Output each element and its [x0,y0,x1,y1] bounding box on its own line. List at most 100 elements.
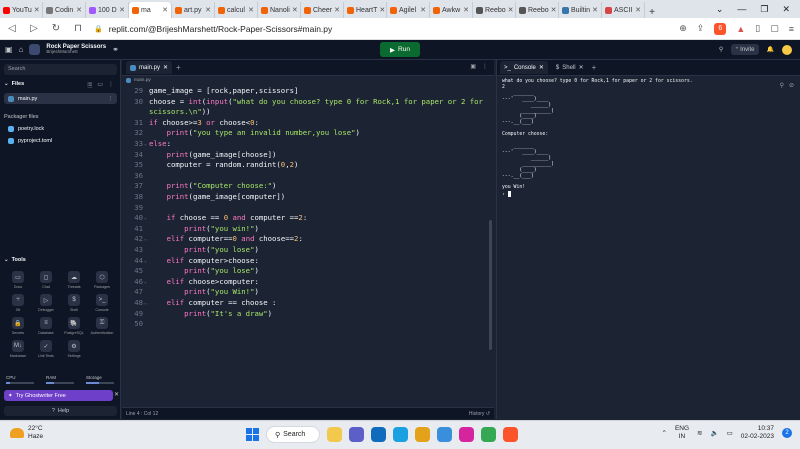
wallet-icon[interactable]: ▢ [770,23,779,34]
sidebar-toggle-icon[interactable]: ▯ [755,23,760,34]
weather-widget[interactable]: 22°C Haze [10,425,43,441]
clock[interactable]: 10:37 02-02-2023 [741,425,774,441]
brave-shield-icon[interactable]: 6 [714,22,727,35]
repl-settings-icon[interactable]: ⚭ [112,45,119,54]
close-tab-icon[interactable]: ✕ [162,6,168,14]
new-editor-tab-icon[interactable]: + [176,63,181,72]
code-line[interactable]: 36 [122,171,494,181]
new-file-icon[interactable]: 🗎 [88,81,93,91]
notification-badge[interactable]: 2 [782,428,792,439]
code-line[interactable]: 31 if choose>=3 or choose<0: [122,118,494,128]
browser-tab[interactable]: 100 D ✕ [86,2,129,18]
browser-tab[interactable]: Cheer ✕ [301,2,344,18]
clear-console-icon[interactable]: ⊘ [789,82,794,89]
editor-scrollbar[interactable] [489,220,492,350]
tool-unit-tests[interactable]: ✓ Unit Tests [32,340,60,358]
browser-tab[interactable]: calcul ✕ [215,2,258,18]
brave-rewards-icon[interactable]: ▲ [736,24,745,34]
code-line[interactable]: 43 print("you lose") [122,245,494,255]
new-tab-button[interactable]: + [645,7,659,18]
battery-icon[interactable]: ▭ [727,429,733,437]
close-tab-icon[interactable]: ✕ [579,64,584,71]
close-tab-icon[interactable]: ✕ [334,6,340,14]
chrome-icon[interactable] [481,427,496,442]
fold-chevron-icon[interactable]: ⌄ [144,298,147,308]
files-section-title[interactable]: ⌄ Files [4,81,24,87]
code-line[interactable]: 50 [122,319,494,329]
tab-main-py[interactable]: main.py ✕ [126,61,173,74]
instagram-icon[interactable] [459,427,474,442]
meet-icon[interactable] [349,427,364,442]
breadcrumb-file[interactable]: main.py [134,78,151,83]
fold-chevron-icon[interactable]: ⌄ [144,213,147,223]
code-line[interactable]: 45 print("you lose") [122,266,494,276]
volume-icon[interactable]: 🔈 [711,429,719,437]
code-line[interactable]: 29 game_image = [rock,paper,scissors] [122,86,494,96]
fold-chevron-icon[interactable]: ⌄ [144,256,147,266]
close-tab-icon[interactable]: ✕ [248,6,254,14]
tool-postgresql[interactable]: 🐘 PostgreSQL [60,317,88,335]
run-button[interactable]: ▶ Run [380,42,420,57]
minimize-icon[interactable]: — [737,4,746,14]
code-line[interactable]: 38 print(game_image[computer]) [122,192,494,202]
close-tab-icon[interactable]: ✕ [508,6,514,14]
browser-tab[interactable]: Awkw ✕ [430,2,473,18]
code-line[interactable]: 30 choose = int(input("what do you choose… [122,97,494,107]
fold-chevron-icon[interactable]: ⌄ [144,234,147,244]
browser-tab[interactable]: Reebo ✕ [473,2,516,18]
repl-info[interactable]: Rock Paper Scissors BrijeshMarshett [46,44,106,55]
tool-settings[interactable]: ⚙ Settings [60,340,88,358]
close-tab-icon[interactable]: ✕ [76,6,82,14]
tool-git[interactable]: ⑂ Git [4,294,32,312]
more-options-icon[interactable]: ⋮ [482,63,488,70]
tool-shell[interactable]: $ Shell [60,294,88,312]
close-tab-icon[interactable]: ✕ [163,64,168,71]
tool-database[interactable]: ≡ Database [32,317,60,335]
zoom-icon[interactable]: ⊕ [679,23,687,34]
packager-file-item[interactable]: poetry.lock [4,123,117,134]
tool-authentication[interactable]: ⚿ Authentication [88,317,116,335]
files-icon[interactable] [415,427,430,442]
close-tab-icon[interactable]: ✕ [635,6,641,14]
code-line[interactable]: 35 computer = random.randint(0,2) [122,160,494,170]
tool-console[interactable]: >_ Console [88,294,116,312]
tab-shell[interactable]: $ Shell ✕ [552,61,588,74]
ghostwriter-button[interactable]: ✦ Try Ghostwriter Free [4,390,113,401]
mail-icon[interactable] [371,427,386,442]
reload-icon[interactable]: ↻ [50,23,62,34]
browser-tab[interactable]: ASCII ✕ [602,2,645,18]
brave-icon[interactable] [503,427,518,442]
code-line[interactable]: 32 print("you type an invalid number,you… [122,128,494,138]
close-tab-icon[interactable]: ✕ [551,6,557,14]
close-tab-icon[interactable]: ✕ [119,6,125,14]
browser-tab[interactable]: Reebo ✕ [516,2,559,18]
close-tab-icon[interactable]: ✕ [592,6,598,14]
url-field[interactable]: 🔒 replit.com/@BrijeshMarshett/Rock-Paper… [94,21,669,37]
close-tab-icon[interactable]: ✕ [379,6,385,14]
store-icon[interactable] [437,427,452,442]
code-line[interactable]: 49 print("It's a draw") [122,309,494,319]
history-button[interactable]: History ↺ [469,411,490,417]
tools-section-title[interactable]: ⌄ Tools [4,257,26,263]
language-indicator[interactable]: ENG IN [675,425,689,441]
code-line[interactable]: scissors.\n")) [122,107,494,117]
tool-packages[interactable]: ⬡ Packages [88,271,116,289]
tab-search-icon[interactable]: ⌄ [716,4,724,15]
browser-tab[interactable]: Agilel ✕ [387,2,430,18]
invite-button[interactable]: ⁺ Invite [731,44,759,55]
taskbar-search[interactable]: ⚲ Search [266,426,320,443]
code-line[interactable]: 48 ⌄ elif computer == choose : [122,298,494,308]
code-line[interactable]: 47 print("you Win!") [122,287,494,297]
notification-icon[interactable]: 🔔 [767,46,774,53]
split-pane-icon[interactable]: ▣ [470,63,476,70]
more-options-icon[interactable]: ⋮ [108,96,114,102]
bookmark-icon[interactable]: ⊓ [72,23,84,34]
browser-tab[interactable]: Codin ✕ [43,2,86,18]
code-line[interactable]: 37 print("Computer choose:") [122,181,494,191]
close-tab-icon[interactable]: ✕ [205,6,211,14]
code-line[interactable]: 46 ⌄ elif choose>computer: [122,277,494,287]
tool-docs[interactable]: ▭ Docs [4,271,32,289]
browser-tab[interactable]: art.py ✕ [172,2,215,18]
code-line[interactable]: 42 ⌄ elif computer==0 and choose==2: [122,234,494,244]
browser-tab[interactable]: Builtin ✕ [559,2,602,18]
